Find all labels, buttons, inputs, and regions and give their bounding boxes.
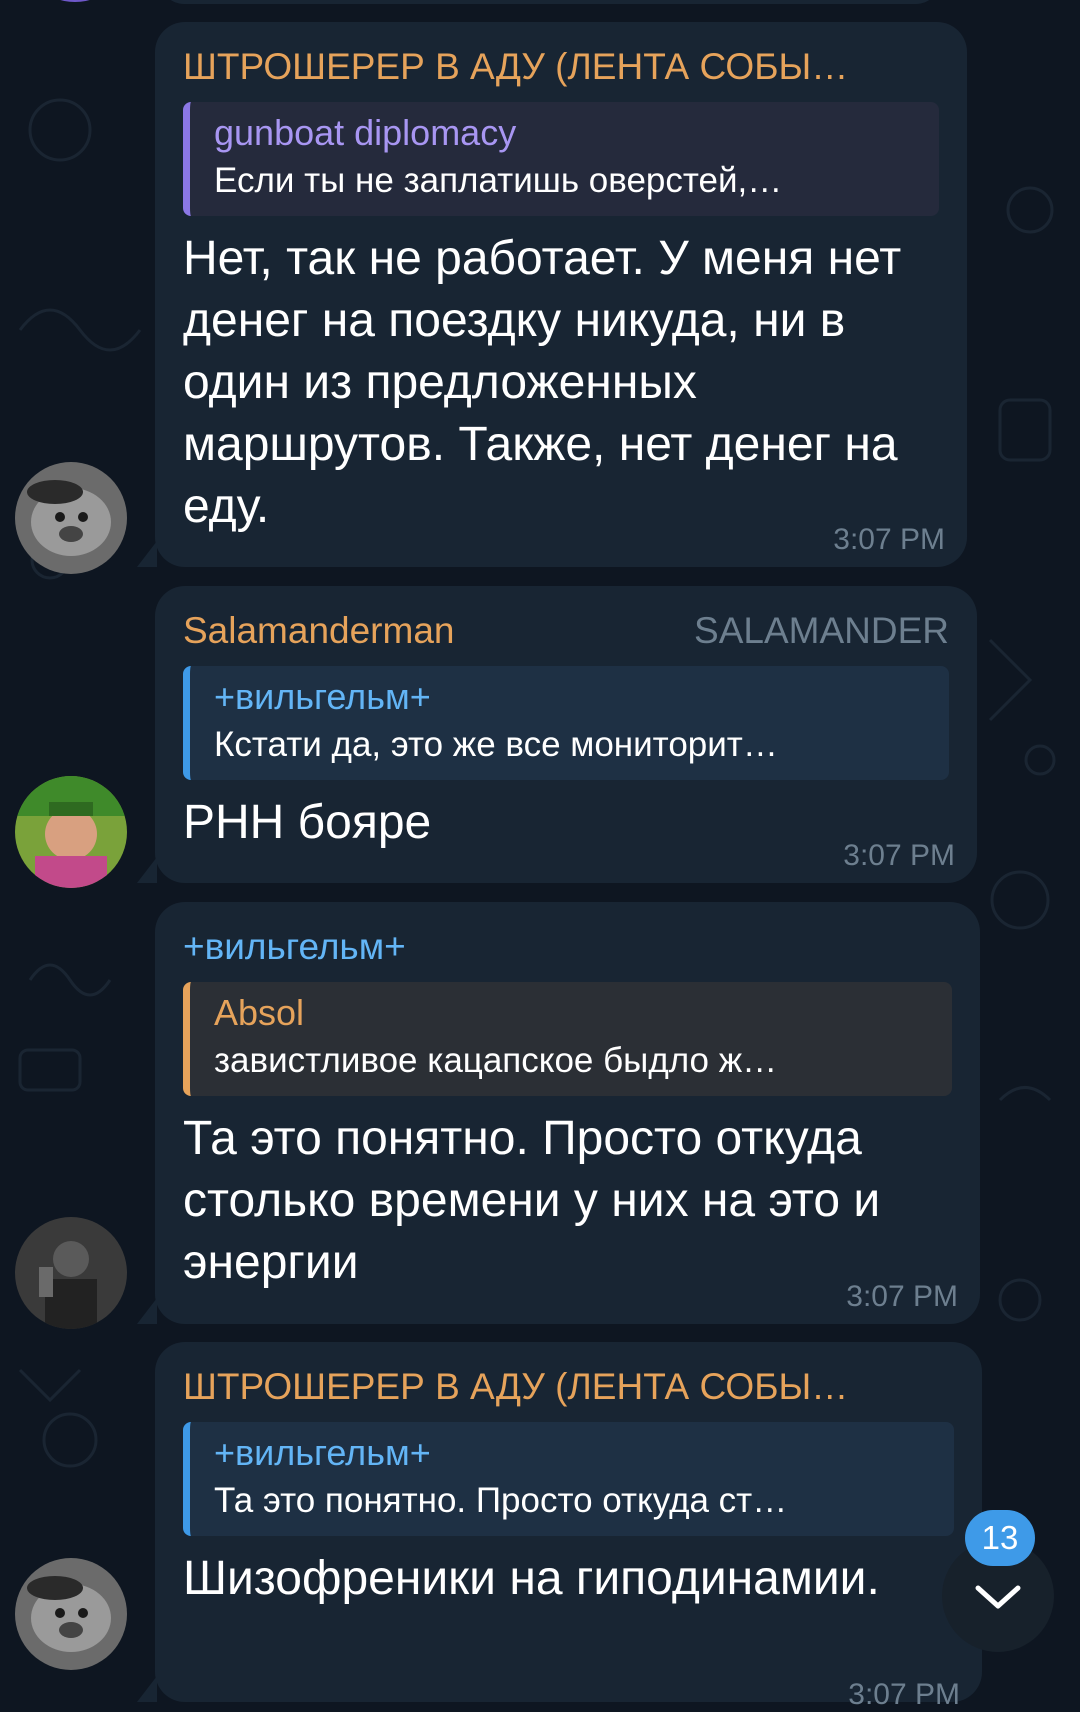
reply-author: Absol xyxy=(214,992,305,1033)
sender-name[interactable]: ШТРОШЕРЕР В АДУ (ЛЕНТА СОБЫ… xyxy=(183,44,939,90)
message-text: Шизофреники на гиподинамии. xyxy=(183,1552,880,1605)
reply-author: +вильгельм+ xyxy=(214,676,431,717)
reply-preview[interactable]: Absol завистливое кацапское быдло ж… xyxy=(183,982,952,1096)
message-bubble[interactable]: +вильгельм+ Absol завистливое кацапское … xyxy=(137,902,980,1324)
bubble-tail xyxy=(137,541,157,567)
previous-message-fragment xyxy=(160,0,940,4)
reply-text: Та это понятно. Просто откуда ст… xyxy=(214,1481,788,1520)
avatar[interactable] xyxy=(15,1558,127,1670)
reply-text: завистливое кацапское быдло ж… xyxy=(214,1041,778,1080)
message-time: 3:07 PM xyxy=(833,523,945,556)
bubble-tail xyxy=(137,857,157,883)
sender-name[interactable]: ШТРОШЕРЕР В АДУ (ЛЕНТА СОБЫ… xyxy=(183,1364,954,1410)
avatar[interactable] xyxy=(15,462,127,574)
reply-text: Если ты не заплатишь оверстей,… xyxy=(214,161,783,200)
reply-preview[interactable]: +вильгельм+ Кстати да, это же все монито… xyxy=(183,666,949,780)
message-bubble[interactable]: ШТРОШЕРЕР В АДУ (ЛЕНТА СОБЫ… +вильгельм+… xyxy=(137,1342,982,1711)
avatar[interactable] xyxy=(15,776,127,888)
message-time: 3:07 PM xyxy=(846,1280,958,1313)
message-bubble[interactable]: ШТРОШЕРЕР В АДУ (ЛЕНТА СОБЫ… gunboat dip… xyxy=(137,22,967,567)
message-bubble[interactable]: Salamanderman SALAMANDER +вильгельм+ Кст… xyxy=(137,586,977,883)
bubble-tail xyxy=(137,1298,157,1324)
message-time: 3:07 PM xyxy=(843,839,955,872)
reply-text: Кстати да, это же все мониторит… xyxy=(214,725,778,764)
message-text: Нет, так не работает. У меня нет денег н… xyxy=(183,232,902,533)
reply-preview[interactable]: gunboat diplomacy Если ты не заплатишь о… xyxy=(183,102,939,216)
message-text: Та это понятно. Просто откуда столько вр… xyxy=(183,1112,881,1289)
reply-author: +вильгельм+ xyxy=(214,1432,431,1473)
message-time: 3:07 PM xyxy=(848,1678,960,1711)
bubble-tail xyxy=(137,1676,157,1702)
reply-author: gunboat diplomacy xyxy=(214,112,517,153)
avatar[interactable] xyxy=(15,1217,127,1329)
message-text: РНН бояре xyxy=(183,796,432,849)
sender-name[interactable]: Salamanderman xyxy=(183,608,454,654)
sender-name[interactable]: +вильгельм+ xyxy=(183,924,952,970)
reply-preview[interactable]: +вильгельм+ Та это понятно. Просто откуд… xyxy=(183,1422,954,1536)
unread-count-badge[interactable]: 13 xyxy=(965,1510,1035,1566)
member-role-badge: SALAMANDER xyxy=(694,610,949,651)
